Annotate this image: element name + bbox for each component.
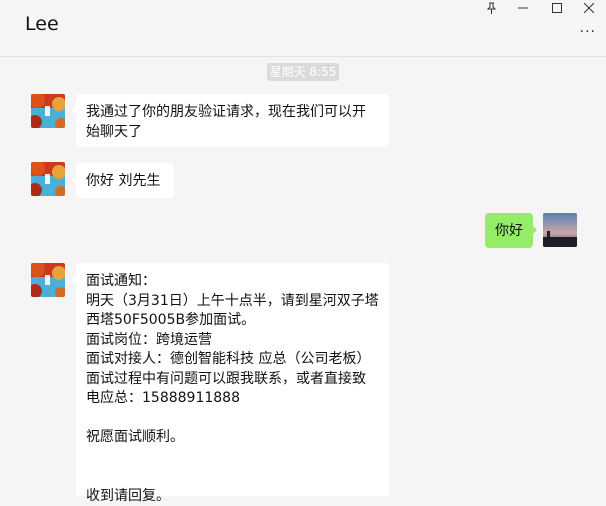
interview-notice-bubble[interactable]: 面试通知： 明天（3月31日）上午十点半，请到星河双子塔西塔50F5005B参加… <box>72 263 389 504</box>
contact-avatar[interactable] <box>31 162 65 196</box>
minimize-icon[interactable] <box>508 0 538 16</box>
pin-icon[interactable] <box>476 0 506 16</box>
close-icon[interactable] <box>574 0 604 16</box>
my-message-bubble[interactable]: 你好 <box>485 213 537 248</box>
contact-avatar[interactable] <box>31 263 65 297</box>
my-avatar[interactable] <box>543 213 577 247</box>
chat-title: Lee <box>25 13 59 35</box>
more-options-icon[interactable]: ··· <box>580 24 596 40</box>
timestamp: 星期天 8:55 <box>267 63 339 81</box>
contact-avatar[interactable] <box>31 94 65 128</box>
maximize-icon[interactable] <box>542 0 572 16</box>
title-bar: Lee ··· <box>0 0 606 57</box>
message-bubble[interactable]: 我通过了你的朋友验证请求，现在我们可以开始聊天了 <box>72 94 389 147</box>
message-bubble[interactable]: 你好 刘先生 <box>72 163 174 198</box>
